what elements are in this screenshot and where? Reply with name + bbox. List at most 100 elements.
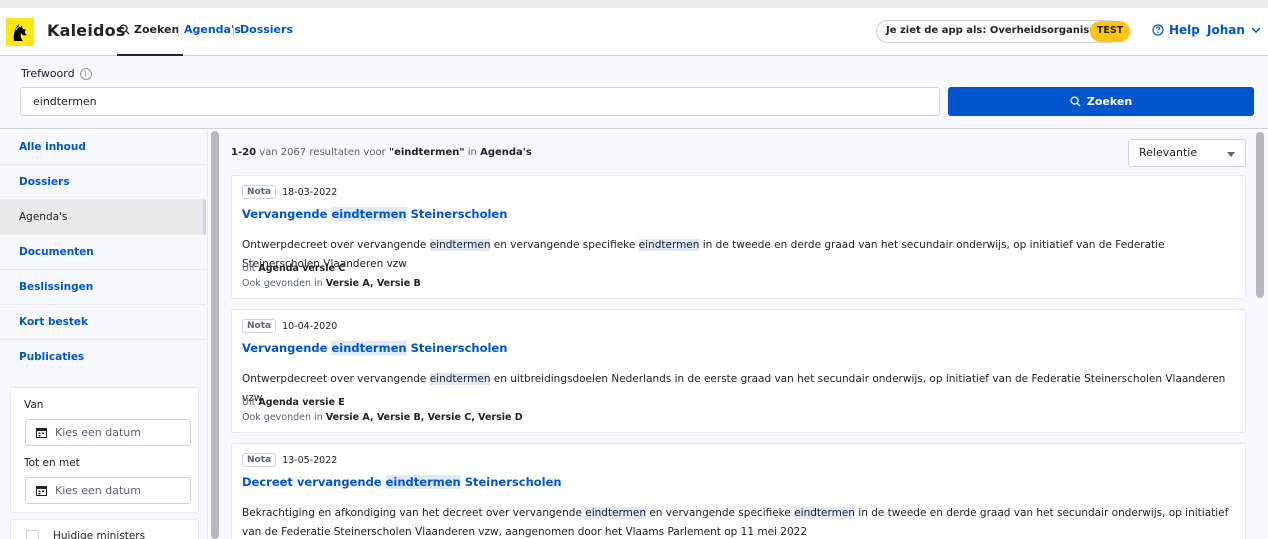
- sidebar-item-alle-inhoud[interactable]: Alle inhoud: [0, 130, 206, 165]
- snippet-highlight: eindtermen: [638, 239, 700, 251]
- nav-divider: [178, 25, 179, 37]
- results-summary: 1-20 van 2067 resultaten voor "eindterme…: [231, 147, 532, 158]
- date-filter-box: Van Kies een datum Tot en met Kies een d…: [10, 387, 199, 513]
- current-ministers-filter[interactable]: Huidige ministers: [10, 519, 199, 539]
- result-source-agenda: Agenda versie E: [258, 397, 345, 408]
- results-scrollbar[interactable]: [1256, 132, 1264, 298]
- search-icon: [119, 24, 130, 35]
- sidebar-item-publicaties[interactable]: Publicaties: [0, 340, 206, 375]
- user-name: Johan: [1207, 23, 1245, 37]
- snippet-highlight: eindtermen: [429, 239, 491, 251]
- snippet-text: en vervangende specifieke: [646, 507, 795, 519]
- result-title-text: Steinerscholen: [460, 475, 562, 489]
- sidebar-item-kort-bestek[interactable]: Kort bestek: [0, 305, 206, 340]
- keyword-label: Trefwoord i: [21, 67, 92, 80]
- result-also-found: Ook gevonden in Versie A, Versie B, Vers…: [242, 412, 523, 423]
- result-card[interactable]: Nota 10-04-2020 Vervangende eindtermen Ste…: [231, 309, 1246, 433]
- date-to-input[interactable]: Kies een datum: [25, 477, 191, 504]
- result-source-prefix: Uit: [242, 397, 259, 408]
- result-title-text: Vervangende: [242, 341, 332, 355]
- sort-select-value: Relevantie: [1139, 146, 1198, 159]
- result-title-highlight: eindtermen: [331, 207, 407, 221]
- snippet-text: en vervangende specifieke: [490, 239, 639, 251]
- nav-tab-dossiers[interactable]: Dossiers: [240, 23, 293, 36]
- result-meta: Nota 10-04-2020: [242, 319, 337, 333]
- result-also-prefix: Ook gevonden in: [242, 278, 326, 289]
- sidebar-item-dossiers[interactable]: Dossiers: [0, 165, 206, 200]
- date-to-placeholder: Kies een datum: [55, 484, 141, 497]
- help-label: Help: [1169, 23, 1200, 37]
- sidebar-scrollbar[interactable]: [211, 131, 219, 539]
- result-card[interactable]: Nota 18-03-2022 Vervangende eindtermen Ste…: [231, 175, 1246, 299]
- snippet-highlight: eindtermen: [429, 373, 491, 385]
- results-panel: 1-20 van 2067 resultaten voor "eindterme…: [220, 130, 1268, 539]
- current-ministers-label: Huidige ministers: [53, 530, 146, 539]
- result-source: Uit Agenda versie E: [242, 397, 345, 408]
- sort-select[interactable]: Relevantie: [1128, 139, 1246, 167]
- search-button[interactable]: Zoeken: [948, 87, 1254, 116]
- nav-tab-zoeken-label: Zoeken: [134, 23, 180, 36]
- result-title-highlight: eindtermen: [331, 341, 407, 355]
- help-link[interactable]: Help: [1152, 23, 1200, 37]
- result-title-text: Decreet vervangende: [242, 475, 386, 489]
- role-switch-pill[interactable]: Je ziet de app als: Overheidsorganisatie: [876, 20, 1121, 43]
- chevron-down-icon: [1251, 27, 1261, 33]
- snippet-highlight: eindtermen: [585, 507, 646, 519]
- result-also-prefix: Ook gevonden in: [242, 412, 326, 423]
- result-title-link[interactable]: Vervangende eindtermen Steinerscholen: [242, 207, 507, 221]
- result-title-text: Steinerscholen: [406, 207, 508, 221]
- app-header: Kaleidos Zoeken Agenda's Dossiers Je zie…: [0, 8, 1268, 56]
- result-also-versions: Versie A, Versie B: [325, 278, 421, 289]
- snippet-highlight: eindtermen: [794, 507, 855, 519]
- result-also-versions: Versie A, Versie B, Versie C, Versie D: [325, 412, 523, 423]
- results-scope: Agenda's: [480, 147, 532, 158]
- calendar-icon: [36, 428, 47, 438]
- result-date: 10-04-2020: [282, 320, 338, 332]
- result-type-badge: Nota: [242, 185, 277, 199]
- keyword-search-input[interactable]: [20, 87, 940, 116]
- date-to-label: Tot en met: [24, 457, 80, 469]
- search-zone: Trefwoord i Zoeken: [0, 56, 1268, 129]
- results-query: "eindtermen": [388, 147, 465, 158]
- result-title-text: Vervangende: [242, 207, 332, 221]
- result-title-link[interactable]: Decreet vervangende eindtermen Steinersc…: [242, 475, 562, 489]
- snippet-text: Ontwerpdecreet over vervangende: [242, 373, 430, 385]
- result-title-highlight: eindtermen: [385, 475, 461, 489]
- date-from-label: Van: [24, 399, 44, 411]
- info-icon[interactable]: i: [79, 67, 92, 80]
- result-title-link[interactable]: Vervangende eindtermen Steinerscholen: [242, 341, 507, 355]
- result-type-badge: Nota: [242, 319, 277, 333]
- result-date: 13-05-2022: [282, 454, 338, 466]
- current-ministers-checkbox[interactable]: [26, 530, 39, 539]
- app-brand[interactable]: Kaleidos: [47, 21, 126, 40]
- result-meta: Nota 18-03-2022: [242, 185, 337, 199]
- sidebar-item-agendas[interactable]: Agenda's: [0, 200, 206, 235]
- result-snippet: Ontwerpdecreet over vervangende eindterm…: [242, 236, 1232, 274]
- results-count-text: van 2067 resultaten voor: [256, 147, 389, 158]
- search-button-label: Zoeken: [1086, 95, 1133, 108]
- keyword-label-text: Trefwoord: [21, 67, 75, 80]
- help-icon: [1152, 24, 1164, 36]
- results-range: 1-20: [231, 147, 257, 158]
- result-snippet: Bekrachtiging en afkondiging van het dec…: [242, 504, 1232, 539]
- snippet-text: Ontwerpdecreet over vervangende: [242, 239, 430, 251]
- result-source: Uit Agenda versie C: [242, 263, 345, 274]
- result-title-text: Steinerscholen: [406, 341, 508, 355]
- nav-tab-zoeken[interactable]: Zoeken: [117, 16, 184, 56]
- result-type-badge: Nota: [242, 453, 277, 467]
- browser-top-strip: [0, 0, 1268, 8]
- result-card[interactable]: Nota 13-05-2022 Decreet vervangende eindte…: [231, 443, 1246, 539]
- calendar-icon: [36, 486, 47, 496]
- date-from-input[interactable]: Kies een datum: [25, 419, 191, 446]
- date-from-placeholder: Kies een datum: [55, 426, 141, 439]
- sidebar-item-beslissingen[interactable]: Beslissingen: [0, 270, 206, 305]
- user-menu[interactable]: Johan: [1207, 23, 1261, 37]
- caret-down-icon: [1227, 152, 1235, 157]
- result-meta: Nota 13-05-2022: [242, 453, 337, 467]
- result-source-prefix: Uit: [242, 263, 259, 274]
- result-date: 18-03-2022: [282, 186, 338, 198]
- results-in-text: in: [464, 147, 481, 158]
- flemish-lion-logo-icon[interactable]: [6, 18, 34, 46]
- search-icon: [1070, 96, 1081, 107]
- sidebar-item-documenten[interactable]: Documenten: [0, 235, 206, 270]
